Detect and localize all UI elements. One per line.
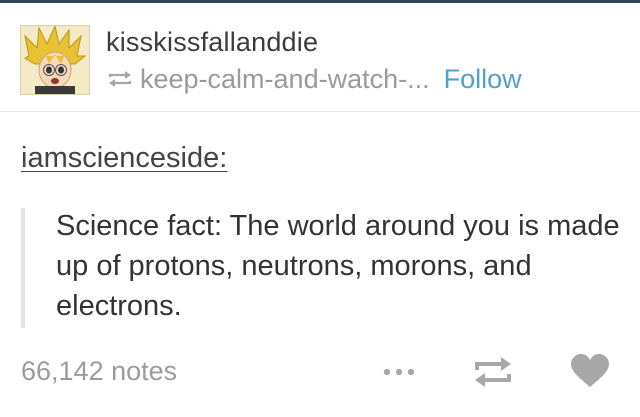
reblogged-from-blog[interactable]: keep-calm-and-watch-... (140, 64, 430, 95)
reblog-icon (108, 71, 132, 87)
avatar[interactable] (20, 25, 90, 95)
notes-count[interactable]: 66,142 notes (21, 356, 177, 387)
source-blog-link[interactable]: iamscienceside: (21, 142, 227, 175)
follow-button[interactable]: Follow (444, 64, 522, 95)
avatar-cartoon-icon (21, 26, 89, 94)
heart-icon[interactable] (570, 354, 610, 388)
blockquote-bar (21, 208, 25, 328)
post-author-username[interactable]: kisskissfallanddie (106, 27, 318, 58)
reblog-attribution: keep-calm-and-watch-... Follow (106, 63, 522, 95)
tumblr-post: kisskissfallanddie keep-calm-and-watch-.… (0, 0, 640, 417)
post-body-text: Science fact: The world around you is ma… (56, 210, 620, 322)
reblog-icon[interactable] (471, 354, 515, 390)
post-header: kisskissfallanddie keep-calm-and-watch-.… (0, 3, 640, 112)
more-dots-icon[interactable] (382, 366, 416, 378)
